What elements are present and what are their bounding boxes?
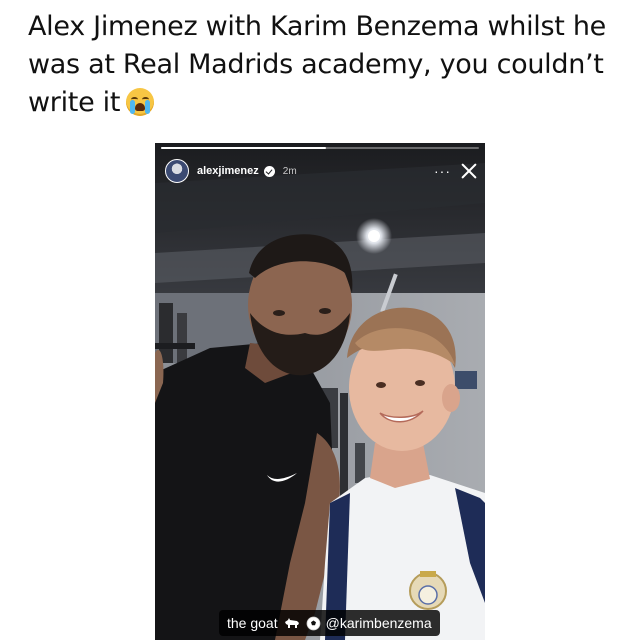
post-text-line-1: Alex Jimenez with Karim Benzema whilst h…	[28, 11, 606, 42]
avatar[interactable]	[165, 159, 189, 183]
soccer-ball-icon	[306, 616, 321, 630]
verified-badge-icon	[263, 165, 275, 177]
instagram-story-screenshot[interactable]: alexjimenez 2m ··· the goat @karimbenzem…	[155, 143, 485, 640]
story-photo	[155, 143, 485, 640]
story-progress-bar	[161, 147, 479, 149]
story-caption-sticker: the goat @karimbenzema	[219, 610, 440, 636]
more-options-icon[interactable]: ···	[434, 163, 451, 179]
story-username[interactable]: alexjimenez	[197, 165, 259, 177]
post-text-line-3: write it	[28, 84, 618, 122]
loudly-crying-face-icon	[126, 88, 155, 116]
mention-link[interactable]: @karimbenzema	[326, 615, 432, 631]
goat-icon	[284, 618, 299, 628]
story-timestamp: 2m	[282, 165, 297, 177]
story-header: alexjimenez 2m ···	[165, 157, 477, 185]
post-text-line-2: was at Real Madrids academy, you couldn’…	[28, 49, 604, 80]
post-text-line-3-text: write it	[28, 87, 121, 118]
close-icon[interactable]	[461, 163, 477, 179]
caption-text: the goat	[227, 615, 278, 631]
story-progress-fill	[161, 147, 327, 149]
post-caption: Alex Jimenez with Karim Benzema whilst h…	[28, 8, 618, 122]
